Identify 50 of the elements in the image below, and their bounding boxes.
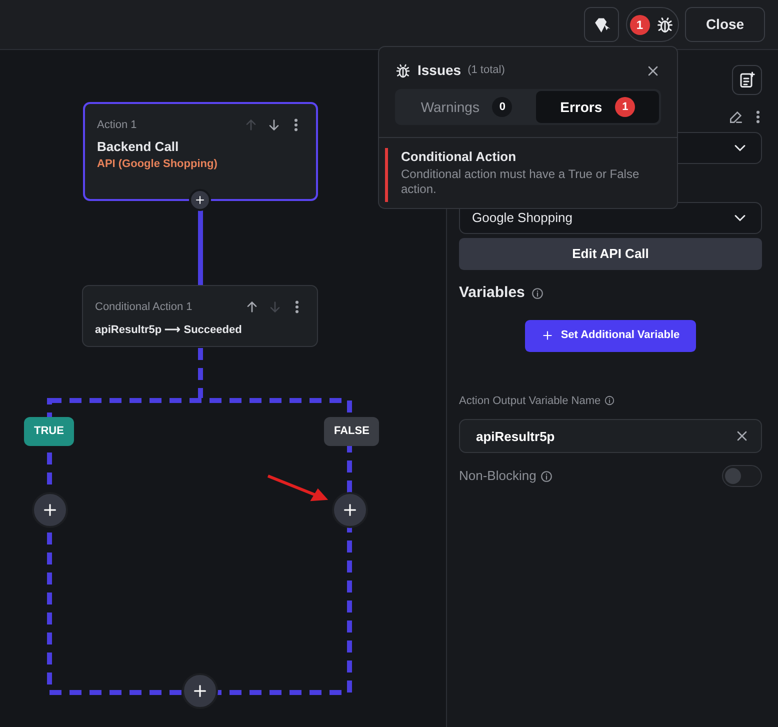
gem-icon-button[interactable] <box>584 7 619 42</box>
add-action-button[interactable] <box>182 673 218 709</box>
bug-icon <box>395 62 411 78</box>
bug-icon <box>656 16 674 34</box>
popover-title: Issues <box>418 61 462 80</box>
issue-total: (1 total) <box>468 63 505 78</box>
toggle-switch[interactable] <box>722 465 762 487</box>
issues-button[interactable]: 1 <box>626 7 678 42</box>
select-value: Google Shopping <box>472 209 572 228</box>
issue-count-badge: 1 <box>630 14 650 34</box>
plus-icon <box>191 682 209 700</box>
info-icon <box>540 470 553 482</box>
branch-label: FALSE <box>324 417 380 446</box>
issue-title: Conditional Action <box>401 148 518 166</box>
note-add-icon <box>738 71 756 89</box>
action-node[interactable]: Action 1 Backend Call API (Google Shopping) <box>83 102 318 201</box>
branch-label: TRUE <box>24 417 74 446</box>
edit-icon[interactable] <box>728 109 744 125</box>
close-button[interactable]: Close <box>685 7 765 42</box>
issues-tab[interactable]: Errors 1 <box>536 91 659 123</box>
issue-message: Conditional action must have a True or False action. <box>401 166 640 198</box>
connector-line <box>198 348 203 398</box>
error-marker <box>385 148 388 202</box>
issue-item[interactable]: Conditional Action Conditional action must have a True or False action. <box>379 137 677 208</box>
arrow <box>267 474 328 502</box>
info-icon <box>531 286 544 300</box>
section-heading: Variables <box>459 283 525 303</box>
node-title: Backend Call <box>97 138 180 156</box>
add-variable-button[interactable]: Set Additional Variable <box>525 320 696 352</box>
count-badge: 0 <box>492 97 512 117</box>
output-name-field[interactable]: apiResultr5p <box>459 419 762 453</box>
gem-icon <box>592 16 610 34</box>
field-label: Action Output Variable Name <box>459 394 601 408</box>
plus-icon <box>194 194 206 206</box>
issues-tab[interactable]: Warnings 0 <box>397 91 536 123</box>
info-icon <box>604 395 615 406</box>
condition-text: apiResultr5p ⟶ Succeeded <box>95 323 243 338</box>
add-action-button[interactable] <box>32 492 68 528</box>
node-subtitle: API (Google Shopping) <box>97 157 218 172</box>
add-note-button[interactable] <box>732 65 762 95</box>
count-badge: 1 <box>615 97 636 117</box>
condition-node[interactable]: Conditional Action 1 apiResultr5p ⟶ Succeeded <box>82 285 318 347</box>
plus-icon <box>41 501 59 519</box>
edit-api-call-button[interactable]: Edit API Call <box>459 238 762 270</box>
node-label: Conditional Action 1 <box>95 300 192 315</box>
plus-icon <box>541 329 554 342</box>
add-action-button[interactable] <box>332 492 368 528</box>
plus-icon <box>341 501 359 519</box>
toggle-label: Non-Blocking <box>459 467 536 486</box>
node-label: Action 1 <box>97 118 137 133</box>
